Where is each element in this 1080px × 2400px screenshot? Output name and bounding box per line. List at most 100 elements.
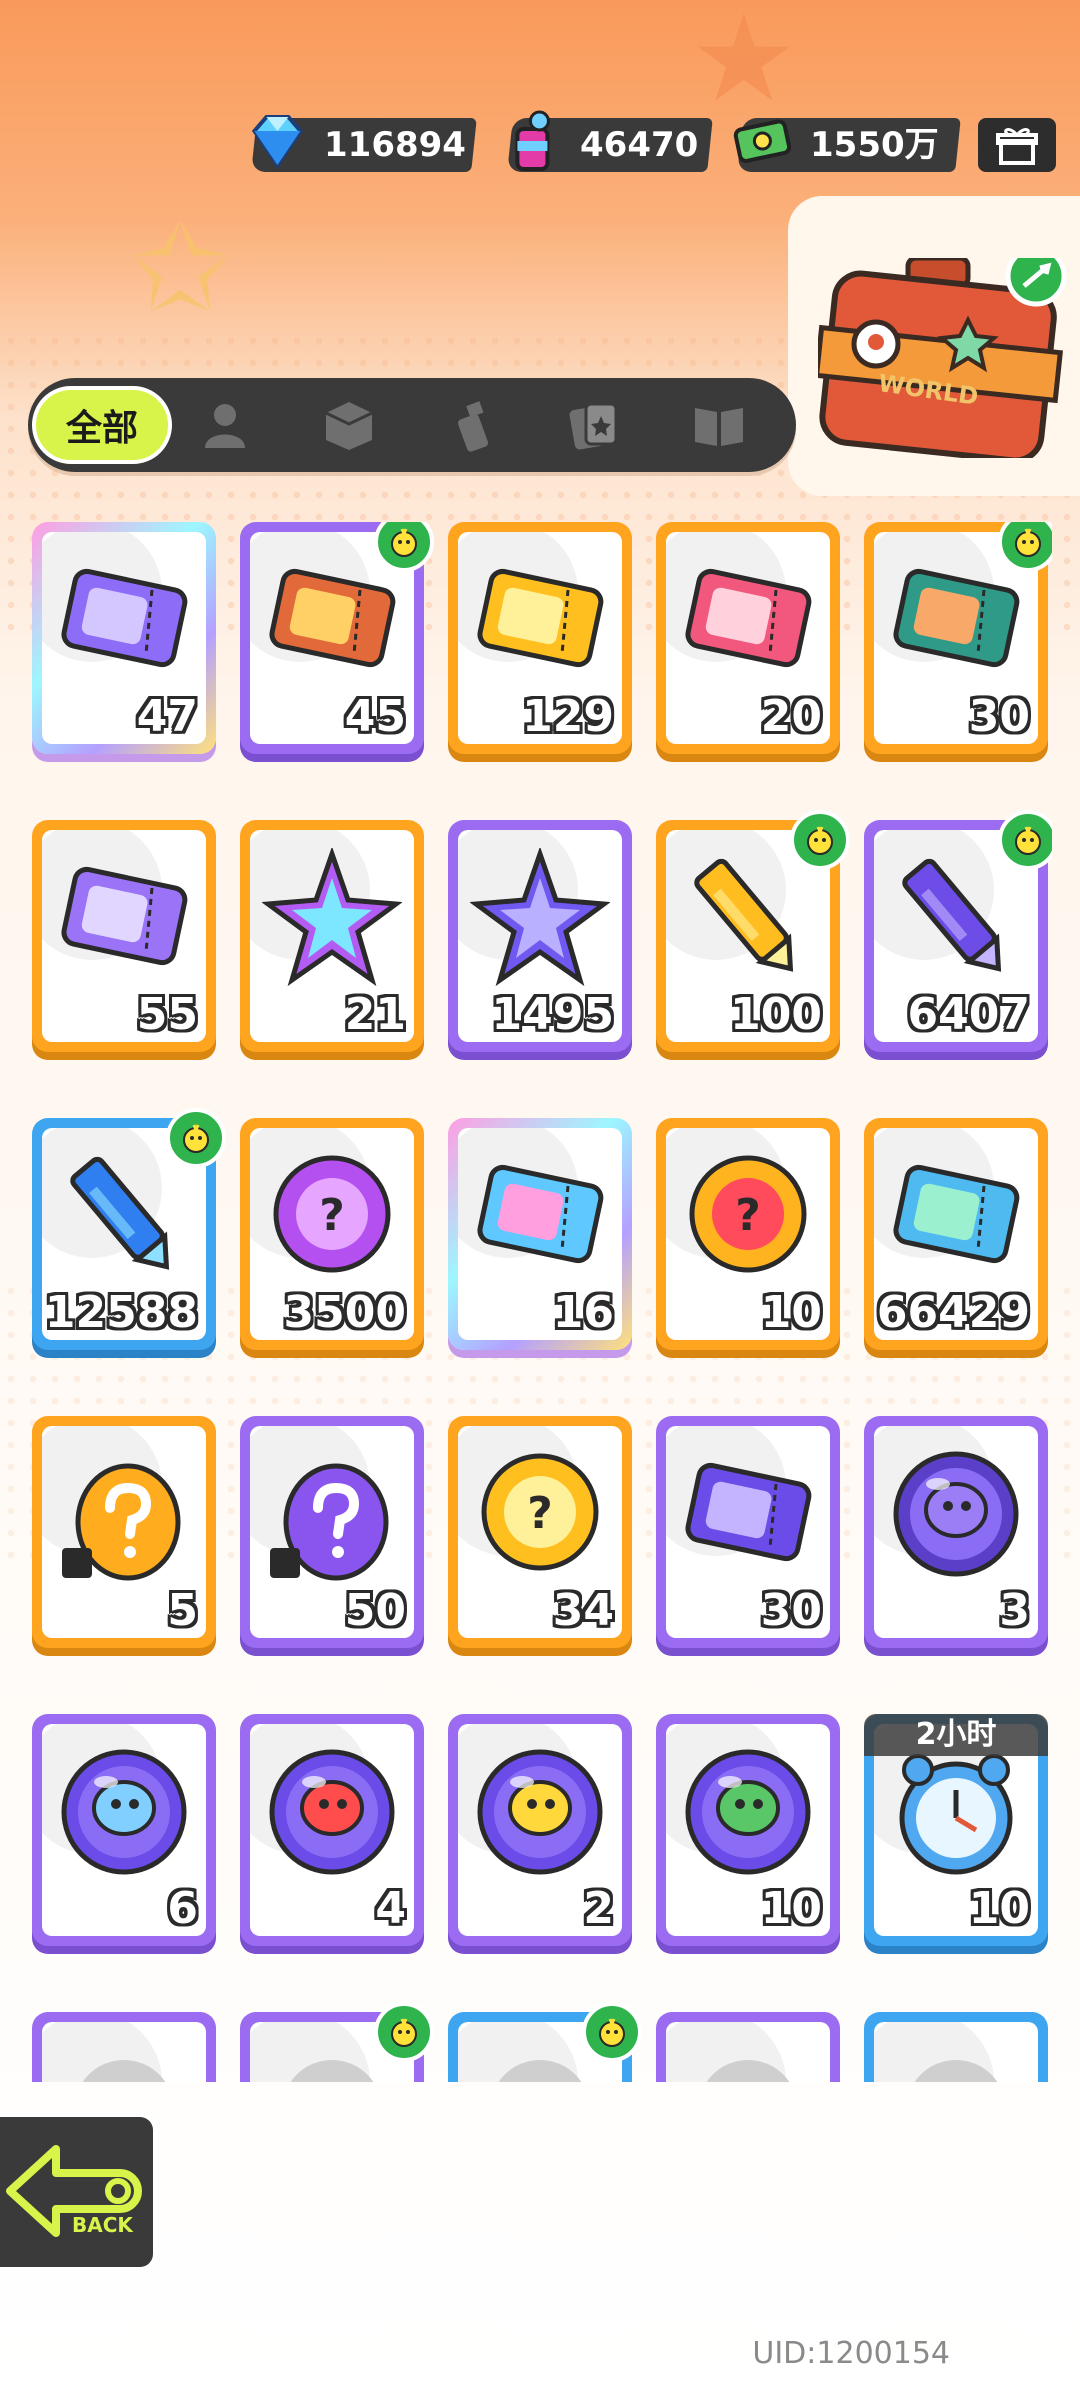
- item-frame: 10: [666, 1724, 830, 1936]
- inventory-item[interactable]: 45: [240, 522, 434, 754]
- gift-button[interactable]: [978, 118, 1056, 172]
- inventory-item[interactable]: [32, 2012, 216, 2082]
- tab-cards[interactable]: [562, 392, 628, 458]
- tab-items[interactable]: [316, 392, 382, 458]
- chick-badge-icon: [790, 810, 850, 870]
- inventory-item[interactable]: [864, 2012, 1048, 2082]
- item-quantity: 10: [968, 1883, 1030, 1934]
- lion-ticket-icon: [262, 550, 402, 690]
- item-timer: 2小时: [864, 1714, 1048, 1756]
- item-frame: 4: [250, 1724, 414, 1936]
- partial-item-icon: [54, 2040, 194, 2082]
- chick-badge-icon: [998, 810, 1052, 870]
- item-frame: 129: [458, 532, 622, 744]
- back-button[interactable]: BACK: [0, 2112, 158, 2272]
- inventory-item[interactable]: 6: [32, 1714, 216, 1946]
- inventory-item[interactable]: 10: [656, 1714, 840, 1946]
- cash-counter[interactable]: 1550万: [733, 118, 961, 172]
- piranha-orb-icon: [262, 1742, 402, 1882]
- item-frame: 21: [250, 830, 414, 1042]
- blue-crayon-icon: [54, 1146, 194, 1286]
- cool-badge-icon: ?: [262, 1146, 402, 1286]
- inventory-item[interactable]: 30: [656, 1416, 840, 1648]
- back-arrow-icon: [6, 2145, 142, 2237]
- suitcase-icon: [813, 245, 1067, 464]
- inventory-item[interactable]: [656, 2012, 840, 2082]
- inventory-item[interactable]: 6407: [864, 810, 1052, 1052]
- gift-icon: [996, 128, 1038, 165]
- tab-spray[interactable]: [440, 392, 506, 458]
- paint-can-icon: [498, 106, 568, 176]
- inventory-item[interactable]: 5: [32, 1416, 216, 1648]
- item-frame: [874, 2022, 1038, 2082]
- inventory-item[interactable]: [448, 2002, 642, 2082]
- inventory-item[interactable]: 12588: [32, 1108, 226, 1350]
- item-quantity: 3: [999, 1585, 1030, 1636]
- item-frame: 30: [666, 1426, 830, 1638]
- world-suitcase-button[interactable]: WORLD: [813, 245, 1068, 464]
- book-icon: [695, 408, 743, 446]
- inventory-item[interactable]: 1495: [448, 820, 632, 1052]
- inventory-item[interactable]: 47: [32, 522, 216, 754]
- item-quantity: 45: [344, 691, 406, 742]
- item-quantity: 10: [760, 1287, 822, 1338]
- item-quantity: 21: [344, 989, 406, 1040]
- inventory-item[interactable]: 4: [240, 1714, 424, 1946]
- item-frame: ? 3500: [250, 1128, 414, 1340]
- inventory-item[interactable]: ? 3500: [240, 1118, 424, 1350]
- chick-badge-icon: [166, 1108, 226, 1168]
- alarm-clock-icon: [886, 1742, 1026, 1882]
- item-quantity: 6407: [907, 989, 1030, 1040]
- purple-star-icon: [469, 846, 611, 988]
- inventory-item[interactable]: 30: [864, 522, 1052, 754]
- rainbow-star-icon: [261, 846, 403, 988]
- inventory-item[interactable]: [240, 2002, 434, 2082]
- item-frame: 50: [250, 1426, 414, 1638]
- inventory-item[interactable]: ? 34: [448, 1416, 632, 1648]
- inventory-item[interactable]: 3: [864, 1416, 1048, 1648]
- tab-all[interactable]: 全部: [32, 386, 172, 464]
- food-ticket-icon: [886, 550, 1026, 690]
- inventory-item[interactable]: 21: [240, 820, 424, 1052]
- inventory-item[interactable]: 50: [240, 1416, 424, 1648]
- inventory-item[interactable]: 129: [448, 522, 632, 754]
- item-quantity: 50: [344, 1585, 406, 1636]
- character-ticket-icon: [678, 550, 818, 690]
- season-ticket-icon: [886, 1146, 1026, 1286]
- inventory-item[interactable]: 100: [656, 810, 850, 1052]
- item-quantity: 10: [760, 1883, 822, 1934]
- purple-crayon-icon: [886, 848, 1026, 988]
- partial-item-icon: [886, 2040, 1026, 2082]
- svg-text:?: ?: [319, 1190, 345, 1241]
- tab-characters[interactable]: [192, 392, 258, 458]
- inventory-item[interactable]: 10 2小时: [864, 1714, 1048, 1946]
- item-frame: 2: [458, 1724, 622, 1936]
- item-quantity: 16: [552, 1287, 614, 1338]
- item-quantity: 3500: [283, 1287, 406, 1338]
- item-quantity: 1495: [491, 989, 614, 1040]
- violet-ticket-icon: [54, 848, 194, 988]
- item-quantity: 34: [552, 1585, 614, 1636]
- monster-orb-icon: [886, 1444, 1026, 1584]
- card-icon: [569, 402, 618, 450]
- paint-count: 46470: [580, 125, 699, 165]
- inventory-item[interactable]: 66429: [864, 1118, 1048, 1350]
- mystery-travel-card-icon: [678, 1444, 818, 1584]
- lottery-ticket-icon: [470, 1146, 610, 1286]
- paint-counter[interactable]: 46470: [507, 110, 713, 172]
- svg-text:?: ?: [527, 1488, 553, 1539]
- inventory-item[interactable]: 20: [656, 522, 840, 754]
- item-frame: 47: [42, 532, 206, 744]
- item-frame: 66429: [874, 1128, 1038, 1340]
- inventory-item[interactable]: 55: [32, 820, 216, 1052]
- person-icon: [205, 404, 245, 448]
- diamond-counter[interactable]: 116894: [251, 115, 477, 172]
- inventory-item[interactable]: 2: [448, 1714, 632, 1946]
- tab-books[interactable]: [686, 392, 752, 458]
- inventory-item[interactable]: ? 10: [656, 1118, 840, 1350]
- inventory-item[interactable]: 16: [448, 1118, 632, 1350]
- item-quantity: 12588: [44, 1287, 198, 1338]
- chick-badge-icon: [582, 2002, 642, 2062]
- item-frame: 16: [458, 1128, 622, 1340]
- user-id: UID:1200154: [752, 2336, 950, 2371]
